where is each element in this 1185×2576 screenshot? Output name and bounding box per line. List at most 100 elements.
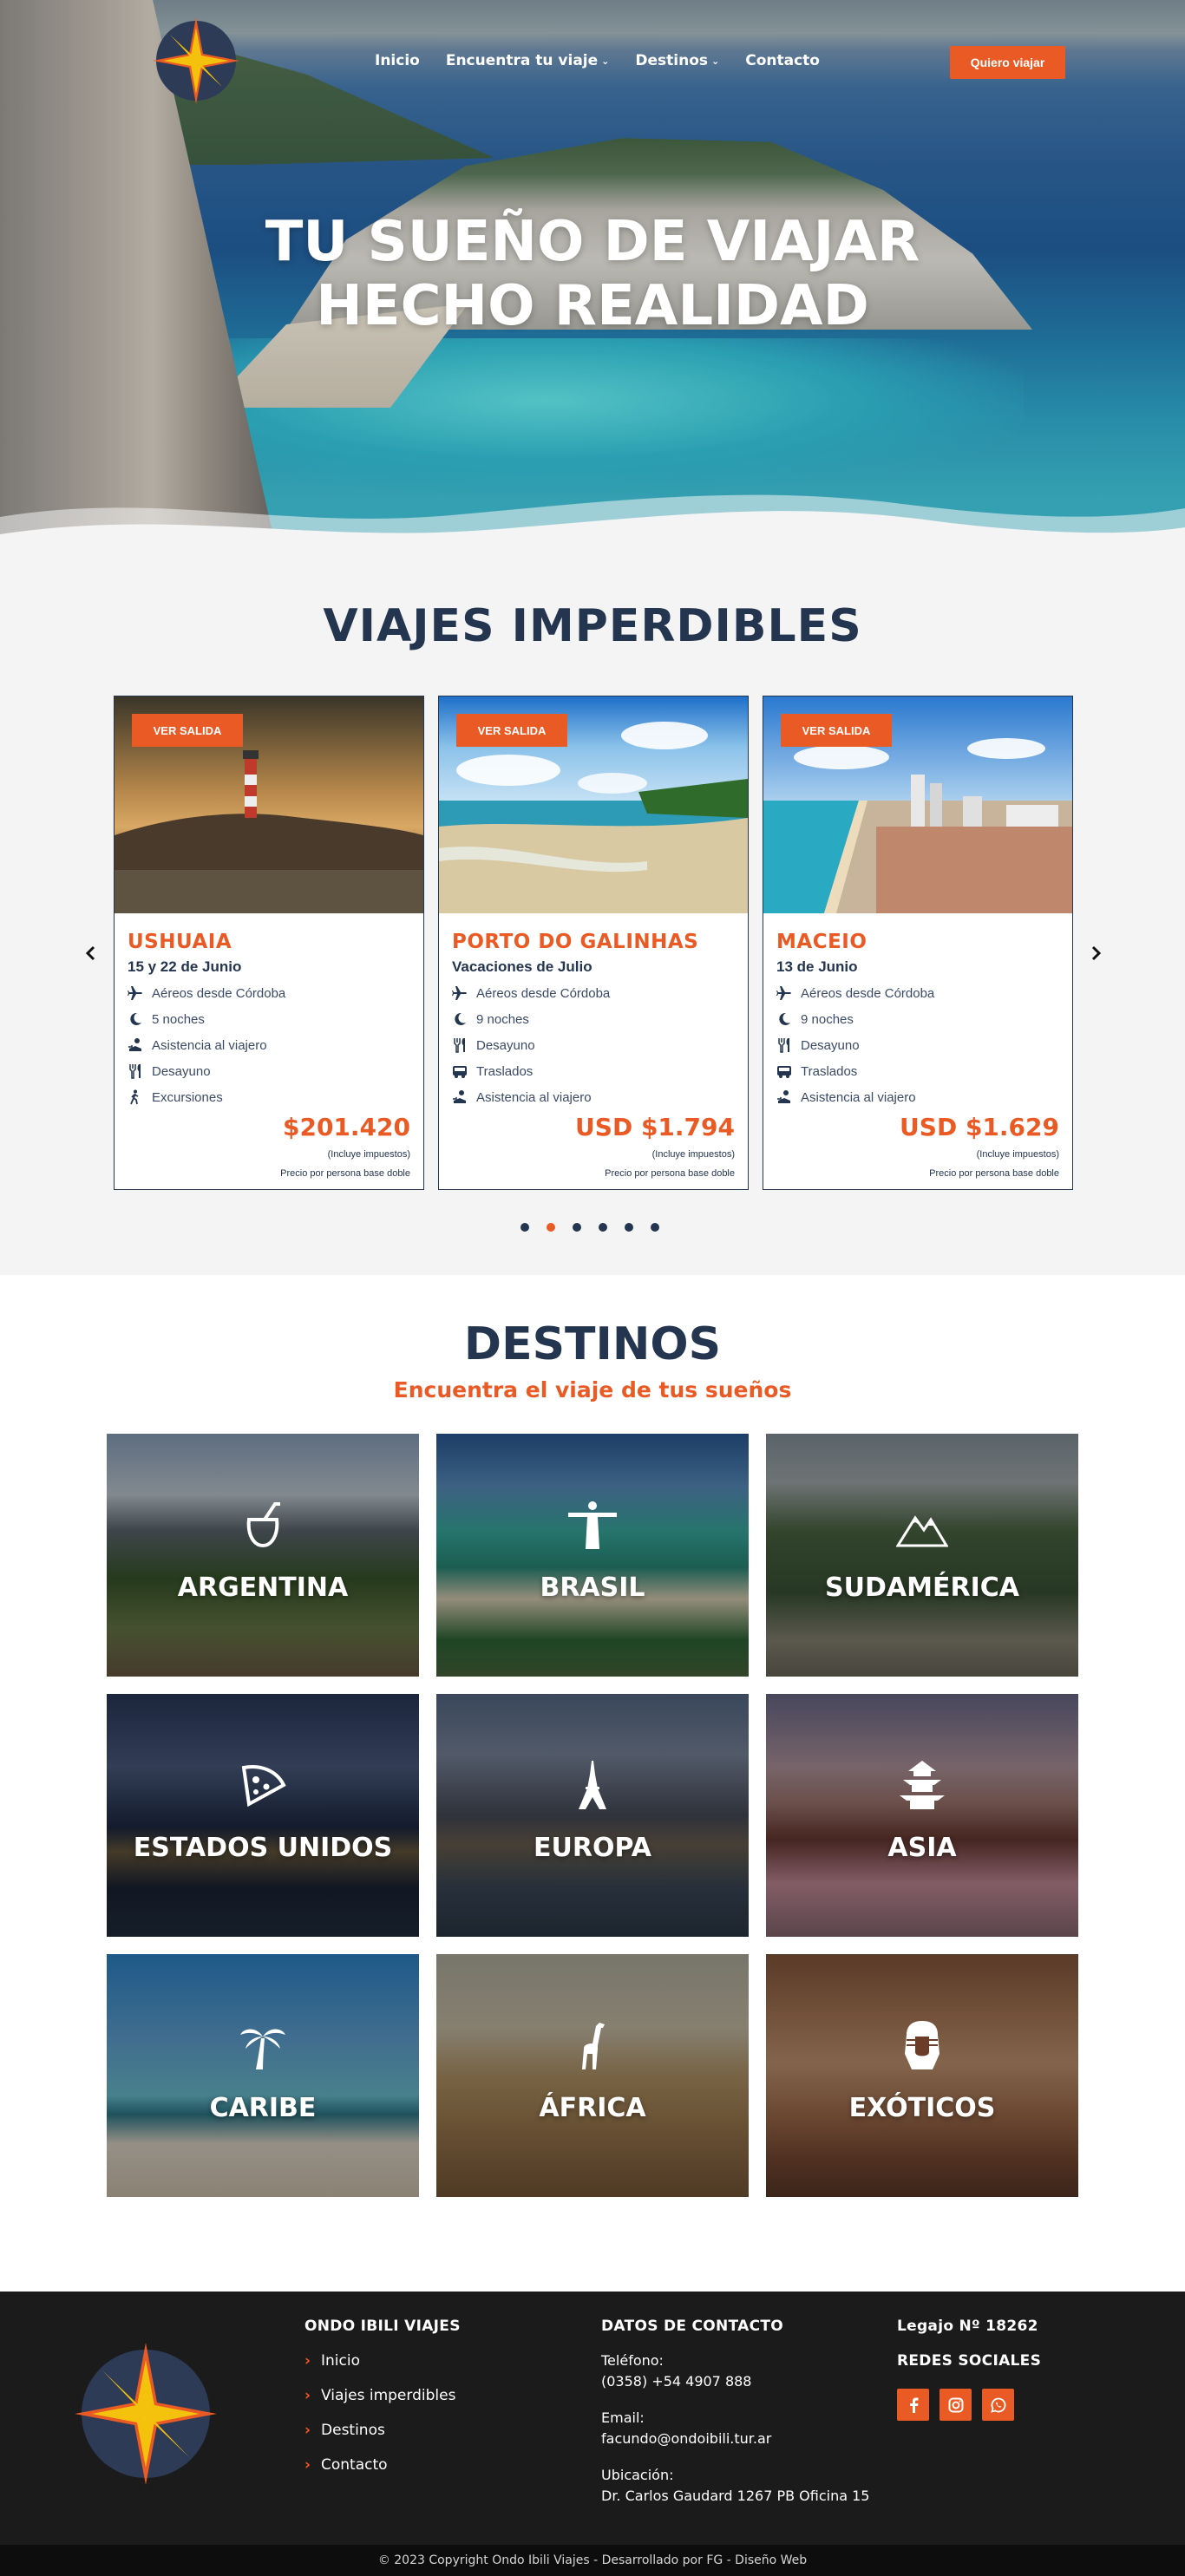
footer-logo[interactable]: [71, 2339, 220, 2488]
destination-name: ÁFRICA: [539, 2093, 646, 2123]
nav-item-destinos[interactable]: Destinos ⌄: [635, 52, 719, 69]
destination-tile-asia[interactable]: ASIA: [766, 1694, 1078, 1937]
trip-feature: Aéreos desde Córdoba: [128, 984, 410, 1002]
trip-feature: Asistencia al viajero: [452, 1089, 735, 1106]
destination-name: EXÓTICOS: [848, 2093, 996, 2123]
trip-date: Vacaciones de Julio: [452, 958, 592, 975]
destination-name: ARGENTINA: [177, 1572, 349, 1603]
nav-item-inicio[interactable]: Inicio: [375, 52, 420, 69]
trip-cards: VER SALIDA USHUAIA 15 y 22 de Junio Aére…: [114, 696, 1073, 1190]
travel-assistance-icon: [777, 1090, 790, 1103]
carousel-dot-1[interactable]: [520, 1223, 529, 1232]
location-value: Dr. Carlos Gaudard 1267 PB Oficina 15: [601, 2488, 870, 2504]
whatsapp-icon: [990, 2397, 1005, 2413]
destination-tile-caribe[interactable]: CARIBE: [107, 1954, 419, 2197]
carousel-pagination: [520, 1223, 659, 1232]
trip-card-maceio[interactable]: VER SALIDA MACEIO 13 de Junio Aéreos des…: [763, 696, 1073, 1190]
moon-icon: [130, 1012, 141, 1025]
utensils-icon: [778, 1038, 789, 1053]
chevron-down-icon: ⌄: [601, 55, 610, 67]
trip-price: USD $1.794: [575, 1113, 735, 1141]
footer-link-viajes-imperdibles[interactable]: › Viajes imperdibles: [304, 2387, 461, 2404]
destination-tile-sudamerica[interactable]: SUDAMÉRICA: [766, 1434, 1078, 1677]
moon-icon: [455, 1012, 466, 1025]
destination-tile-africa[interactable]: ÁFRICA: [436, 1954, 749, 2197]
destination-tile-exoticos[interactable]: EXÓTICOS: [766, 1954, 1078, 2197]
ver-salida-button[interactable]: VER SALIDA: [456, 714, 567, 747]
travel-assistance-icon: [128, 1038, 141, 1051]
chevron-down-icon: ⌄: [711, 55, 720, 67]
footer-link-inicio[interactable]: › Inicio: [304, 2352, 461, 2370]
hero-wave-divider: [0, 494, 1185, 555]
mountains-icon: [896, 1515, 948, 1547]
destination-name: SUDAMÉRICA: [825, 1572, 1019, 1603]
trip-date: 13 de Junio: [776, 958, 858, 975]
destination-name: EUROPA: [534, 1833, 651, 1863]
phone-label: Teléfono:: [601, 2352, 664, 2369]
giraffe-icon: [582, 2023, 605, 2069]
trip-destination: PORTO DO GALINHAS: [452, 931, 699, 953]
footer-link-destinos[interactable]: › Destinos: [304, 2422, 461, 2439]
trip-feature: 5 noches: [128, 1010, 410, 1028]
section-subtitle: Encuentra el viaje de tus sueños: [393, 1377, 792, 1402]
chevron-right-icon: ›: [304, 2422, 311, 2439]
chevron-right-icon: ›: [304, 2352, 311, 2370]
footer: ONDO IBILI VIAJES › Inicio › Viajes imperd…: [0, 2292, 1185, 2545]
nav-item-contacto[interactable]: Contacto: [745, 52, 820, 69]
moon-icon: [779, 1012, 790, 1025]
tax-note: (Incluye impuestos): [976, 1149, 1059, 1160]
copyright-bar: © 2023 Copyright Ondo Ibili Viajes - Des…: [0, 2545, 1185, 2576]
quiero-viajar-button[interactable]: Quiero viajar: [950, 46, 1065, 79]
trip-destination: MACEIO: [776, 931, 867, 953]
destination-tile-europa[interactable]: EUROPA: [436, 1694, 749, 1937]
trip-card-ushuaia[interactable]: VER SALIDA USHUAIA 15 y 22 de Junio Aére…: [114, 696, 424, 1190]
plane-icon: [776, 986, 791, 1000]
instagram-button[interactable]: [939, 2389, 972, 2421]
pharaoh-icon: [905, 2021, 939, 2069]
whatsapp-button[interactable]: [982, 2389, 1014, 2421]
bus-icon: [453, 1066, 467, 1078]
trip-feature: Asistencia al viajero: [128, 1036, 410, 1054]
destination-tile-argentina[interactable]: ARGENTINA: [107, 1434, 419, 1677]
hiking-icon: [130, 1089, 139, 1105]
email-label: Email:: [601, 2409, 645, 2426]
facebook-button[interactable]: [897, 2389, 929, 2421]
price-basis-note: Precio por persona base doble: [929, 1168, 1059, 1179]
ver-salida-button[interactable]: VER SALIDA: [132, 714, 243, 747]
footer-social-column: Legajo Nº 18262 REDES SOCIALES: [897, 2318, 1041, 2421]
ver-salida-button[interactable]: VER SALIDA: [781, 714, 892, 747]
carousel-dot-4[interactable]: [599, 1223, 607, 1232]
carousel-next-button[interactable]: [1090, 945, 1102, 966]
phone-value[interactable]: (0358) +54 4907 888: [601, 2371, 869, 2392]
main-nav: Inicio Encuentra tu viaje ⌄ Destinos ⌄ Con…: [375, 52, 846, 69]
tax-note: (Incluye impuestos): [327, 1149, 410, 1160]
footer-link-contacto[interactable]: › Contacto: [304, 2456, 461, 2474]
footer-heading: REDES SOCIALES: [897, 2352, 1042, 2370]
trip-card-porto-do-galinhas[interactable]: VER SALIDA PORTO DO GALINHAS Vacaciones …: [438, 696, 749, 1190]
chevron-left-icon: [85, 945, 95, 961]
destination-tile-estados-unidos[interactable]: ESTADOS UNIDOS: [107, 1694, 419, 1937]
carousel-dot-5[interactable]: [625, 1223, 633, 1232]
trip-feature: Desayuno: [452, 1036, 735, 1054]
trip-feature: Traslados: [776, 1062, 1059, 1080]
plane-icon: [128, 986, 142, 1000]
utensils-icon: [454, 1038, 465, 1053]
bus-icon: [777, 1066, 791, 1078]
nav-item-encuentra-tu-viaje[interactable]: Encuentra tu viaje ⌄: [446, 52, 610, 69]
pizza-icon: [241, 1765, 286, 1808]
trip-feature: 9 noches: [452, 1010, 735, 1028]
carousel-dot-2[interactable]: [547, 1223, 555, 1232]
destination-tile-brasil[interactable]: BRASIL: [436, 1434, 749, 1677]
email-value[interactable]: facundo@ondoibili.tur.ar: [601, 2429, 869, 2449]
trip-date: 15 y 22 de Junio: [128, 958, 242, 975]
footer-contact-column: DATOS DE CONTACTO Teléfono: (0358) +54 4…: [601, 2318, 869, 2507]
mate-icon: [246, 1502, 280, 1548]
carousel-prev-button[interactable]: [85, 945, 97, 966]
chevron-right-icon: ›: [304, 2456, 311, 2474]
eiffel-tower-icon: [579, 1761, 606, 1809]
destination-name: ESTADOS UNIDOS: [133, 1833, 393, 1863]
trip-feature: Aéreos desde Córdoba: [452, 984, 735, 1002]
carousel-dot-6[interactable]: [651, 1223, 659, 1232]
carousel-dot-3[interactable]: [573, 1223, 581, 1232]
site-logo[interactable]: [151, 16, 241, 106]
